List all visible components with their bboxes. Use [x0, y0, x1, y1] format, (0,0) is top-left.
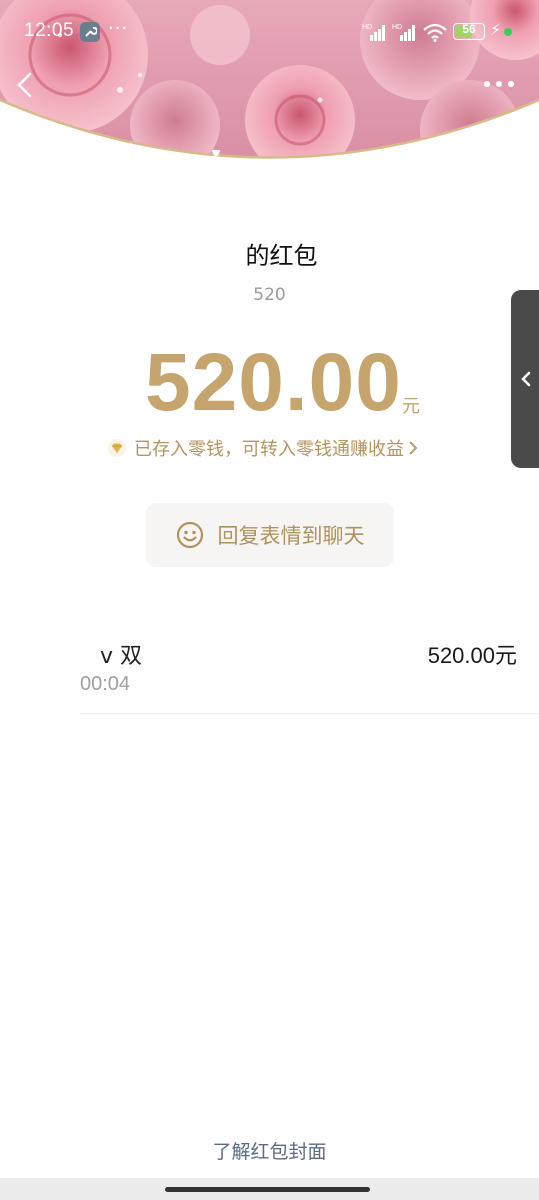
chevron-left-icon	[17, 72, 32, 98]
signal-icon: HD	[392, 22, 418, 47]
gem-icon	[108, 439, 126, 457]
privacy-indicator-dot	[504, 28, 512, 36]
status-time: 12:05	[24, 20, 75, 41]
back-button[interactable]	[12, 70, 38, 100]
charging-icon: ⚡	[490, 20, 502, 39]
notification-dots: ···	[108, 18, 129, 39]
status-bar: 12:05 ··· HD HD 56 ⚡	[0, 18, 539, 48]
chevron-right-icon	[409, 441, 418, 455]
receiver-amount: 520.00元	[427, 643, 517, 668]
svg-text:HD: HD	[392, 24, 402, 31]
receiver-record[interactable]: v 双 00:04 520.00元	[0, 620, 539, 720]
battery-icon: 56	[453, 22, 485, 40]
amount-display: 520.00 元	[0, 336, 539, 436]
receive-time: 00:04	[80, 673, 131, 695]
divider	[80, 713, 539, 714]
amount-unit: 元	[402, 396, 420, 417]
signal-icon: HD	[362, 22, 388, 47]
receiver-name: v 双	[100, 644, 143, 669]
home-indicator[interactable]	[165, 1187, 370, 1192]
more-icon	[484, 81, 490, 87]
wifi-icon	[422, 22, 448, 47]
receiver-name-redacted	[150, 634, 200, 668]
sender-title-text: 的红包	[245, 242, 318, 270]
more-options-button[interactable]	[480, 76, 520, 94]
wrench-icon	[80, 22, 100, 42]
sender-title: 的红包	[0, 236, 539, 271]
svg-text:HD: HD	[362, 24, 372, 31]
red-packet-detail-page: 12:05 ··· HD HD 56 ⚡ 的红包 520 520.00 元 已存…	[0, 0, 539, 1200]
greeting-message: 520	[253, 285, 286, 305]
learn-cover-link[interactable]: 了解红包封面	[0, 1137, 539, 1164]
reply-sticker-button[interactable]: 回复表情到聊天	[146, 503, 394, 567]
amount-value: 520.00	[145, 337, 402, 428]
reply-button-label: 回复表情到聊天	[217, 524, 365, 548]
floating-side-tab[interactable]	[511, 290, 539, 468]
avatar	[0, 620, 80, 720]
saved-to-balance-link[interactable]: 已存入零钱，可转入零钱通赚收益	[108, 436, 418, 460]
saved-notice-text: 已存入零钱，可转入零钱通赚收益	[134, 439, 404, 460]
chevron-left-icon	[521, 371, 531, 387]
sender-name-redacted	[221, 245, 246, 269]
smile-icon	[176, 521, 203, 549]
battery-level: 56	[462, 22, 476, 36]
